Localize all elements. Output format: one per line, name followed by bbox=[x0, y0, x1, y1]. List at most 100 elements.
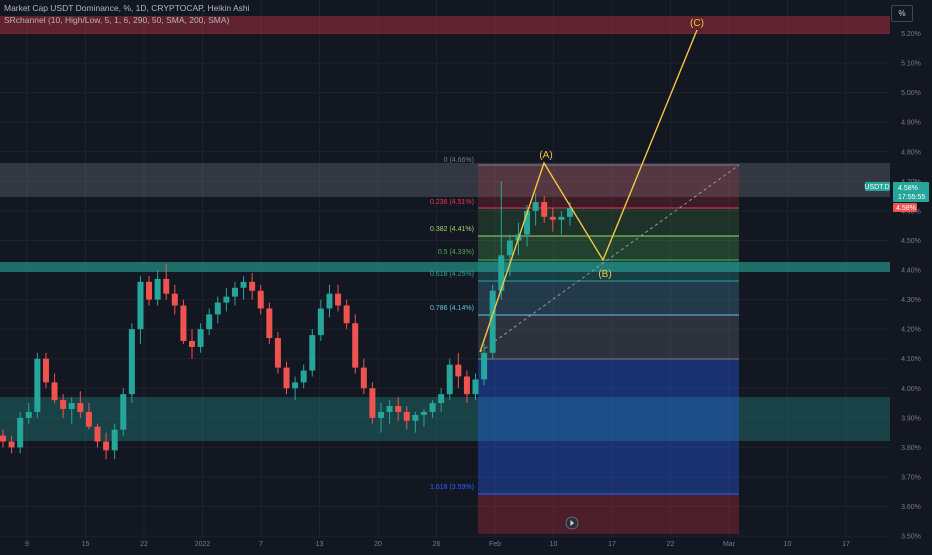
time-tick: 22 bbox=[140, 541, 148, 548]
fib-band-4 bbox=[478, 281, 739, 315]
candle-body bbox=[163, 278, 170, 294]
price-tick: 3.60% bbox=[901, 504, 921, 511]
candle-body bbox=[25, 411, 32, 418]
candle-body bbox=[446, 364, 453, 395]
candle-body bbox=[120, 394, 127, 430]
candle-body bbox=[60, 400, 67, 409]
candle-body bbox=[223, 296, 230, 303]
chart-title[interactable]: Market Cap USDT Dominance, %, 1D, CRYPTO… bbox=[4, 3, 250, 13]
time-tick: 7 bbox=[259, 541, 263, 548]
time-tick: 15 bbox=[82, 541, 90, 548]
candle-body bbox=[403, 411, 410, 421]
candle-body bbox=[68, 403, 75, 409]
candle-body bbox=[343, 305, 350, 324]
fib-label-0786: 0.786 (4.14%) bbox=[430, 305, 474, 312]
price-tick: 4.50% bbox=[901, 238, 921, 245]
candle-body bbox=[481, 352, 488, 380]
price-tick: 5.00% bbox=[901, 90, 921, 97]
candle-body bbox=[137, 281, 144, 330]
candle-body bbox=[103, 441, 110, 451]
price-scale[interactable]: 5.20%5.10%5.00%4.90%4.80%4.70%4.60%4.50%… bbox=[864, 0, 932, 550]
candle-body bbox=[17, 417, 24, 448]
time-tick: 26 bbox=[433, 541, 441, 548]
time-scale[interactable]: 9 15 22 2022 7 13 20 26 Feb 10 17 22 Mar 10 17 bbox=[25, 541, 850, 548]
indicator-legend[interactable]: SRchannel (10, High/Low, 5, 1, 6, 290, 5… bbox=[4, 15, 229, 25]
price-tick: 3.80% bbox=[901, 445, 921, 452]
candle-body bbox=[51, 382, 58, 401]
candle-body bbox=[231, 287, 238, 297]
candle-body bbox=[300, 370, 307, 383]
candle-body bbox=[274, 338, 281, 368]
candle-body bbox=[326, 293, 333, 309]
candle-body bbox=[558, 216, 565, 220]
candle-body bbox=[395, 406, 402, 412]
fib-label-0236: 0.236 (4.51%) bbox=[430, 199, 474, 206]
fib-label-0618: 0.618 (4.25%) bbox=[430, 271, 474, 278]
candle-body bbox=[42, 358, 49, 383]
price-tick: 4.80% bbox=[901, 149, 921, 156]
chart-area[interactable]: 0 (4.66%) 0.236 (4.51%) 0.382 (4.41%) 0.… bbox=[0, 0, 932, 550]
fib-label-05: 0.5 (4.33%) bbox=[438, 249, 474, 256]
candle-body bbox=[412, 414, 419, 421]
candle-body bbox=[266, 308, 273, 339]
candle-body bbox=[506, 240, 513, 256]
candle-body bbox=[283, 367, 290, 389]
time-tick: Mar bbox=[723, 541, 736, 548]
candle-body bbox=[541, 202, 548, 217]
sr-zone-bottom bbox=[0, 397, 890, 441]
candle-body bbox=[420, 411, 427, 415]
candle-body bbox=[85, 411, 92, 427]
candle-body bbox=[257, 290, 264, 309]
time-tick: 10 bbox=[784, 541, 792, 548]
candle-body bbox=[463, 376, 470, 395]
replay-icon[interactable] bbox=[565, 516, 579, 530]
fib-band-6 bbox=[478, 359, 739, 494]
candle-body bbox=[438, 394, 445, 404]
price-tick: 5.10% bbox=[901, 61, 921, 68]
price-tick: 5.20% bbox=[901, 31, 921, 38]
price-scale-bg bbox=[890, 0, 932, 550]
candle-body bbox=[94, 426, 101, 442]
symbol-tag-text: USDT.D bbox=[864, 184, 889, 191]
candle-body bbox=[128, 329, 135, 395]
candle-body bbox=[197, 329, 204, 347]
candle-body bbox=[154, 278, 161, 300]
candlestick-chart[interactable]: 0 (4.66%) 0.236 (4.51%) 0.382 (4.41%) 0.… bbox=[0, 0, 932, 550]
wave-label-a: (A) bbox=[539, 150, 552, 161]
price-tick: 4.00% bbox=[901, 386, 921, 393]
candle-body bbox=[206, 314, 213, 330]
time-tick: 17 bbox=[842, 541, 850, 548]
candle-body bbox=[249, 281, 256, 291]
low-price-text: 4.58% bbox=[896, 205, 916, 212]
fib-band-0 bbox=[478, 165, 739, 208]
candle-body bbox=[455, 364, 462, 377]
price-tick: 4.90% bbox=[901, 120, 921, 127]
candle-body bbox=[317, 308, 324, 336]
price-tick: 4.40% bbox=[901, 268, 921, 275]
candle-body bbox=[498, 255, 505, 291]
time-tick: 20 bbox=[374, 541, 382, 548]
candle-body bbox=[0, 435, 6, 442]
candle-body bbox=[189, 340, 195, 347]
wave-label-b: (B) bbox=[598, 269, 611, 280]
fib-label-0382: 0.382 (4.41%) bbox=[430, 226, 474, 233]
candle-body bbox=[472, 379, 479, 395]
time-tick: 22 bbox=[667, 541, 675, 548]
time-tick: 10 bbox=[550, 541, 558, 548]
candle-body bbox=[532, 202, 539, 211]
candle-body bbox=[111, 429, 118, 451]
fib-band-1 bbox=[478, 208, 739, 236]
percent-scale-button[interactable]: % bbox=[891, 5, 913, 22]
candle-body bbox=[171, 293, 178, 306]
fib-label-0: 0 (4.66%) bbox=[444, 157, 474, 164]
candle-body bbox=[34, 358, 41, 412]
candle-body bbox=[240, 281, 247, 288]
candle-body bbox=[335, 293, 342, 306]
candle-body bbox=[309, 335, 316, 371]
price-tick: 3.90% bbox=[901, 415, 921, 422]
price-tick: 3.70% bbox=[901, 474, 921, 481]
candle-body bbox=[180, 305, 187, 341]
candle-body bbox=[369, 388, 376, 418]
candle-body bbox=[549, 216, 556, 220]
candle-body bbox=[386, 406, 393, 412]
